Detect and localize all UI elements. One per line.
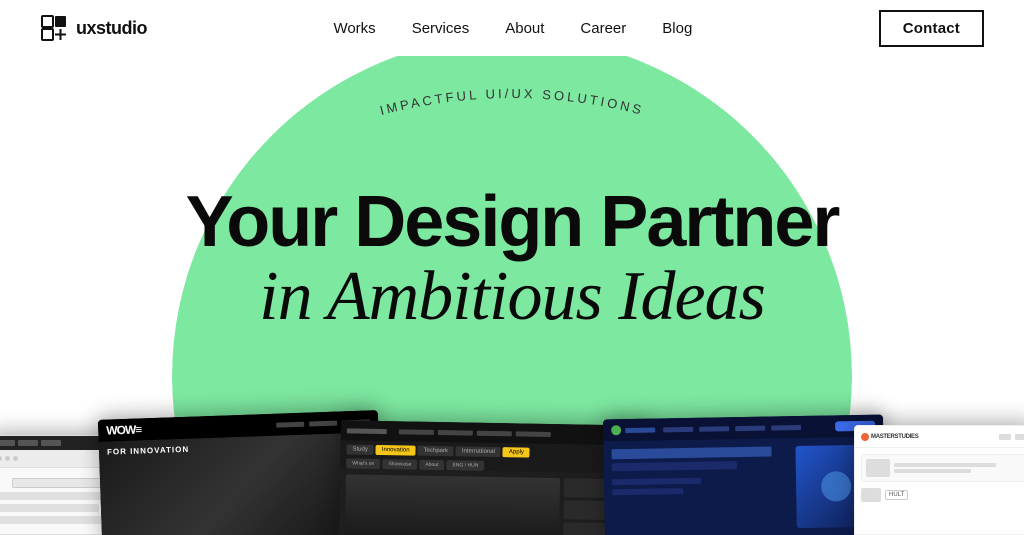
nav-blog[interactable]: Blog	[662, 20, 692, 37]
screenshot-5: MASTERSTUDIES	[854, 425, 1024, 535]
header: uxstudio Works Services About Career Blo…	[0, 0, 1024, 56]
contact-button[interactable]: Contact	[879, 10, 984, 47]
curved-text: IMPACTFUL UI/UX SOLUTIONS	[378, 86, 645, 118]
curved-text-container: IMPACTFUL UI/UX SOLUTIONS	[262, 68, 762, 148]
logo-icon	[40, 14, 68, 42]
nav-about[interactable]: About	[505, 20, 544, 37]
headline-line2: in Ambitious Ideas	[62, 258, 962, 335]
hero-section: IMPACTFUL UI/UX SOLUTIONS Your Design Pa…	[0, 56, 1024, 535]
logo[interactable]: uxstudio	[40, 14, 147, 42]
logo-text: uxstudio	[76, 18, 147, 39]
svg-text:IMPACTFUL UI/UX SOLUTIONS: IMPACTFUL UI/UX SOLUTIONS	[378, 86, 645, 118]
nav-career[interactable]: Career	[580, 20, 626, 37]
nav-services[interactable]: Services	[412, 20, 470, 37]
screenshots-row: WOW≡ FOR INNOVATION	[0, 395, 1024, 535]
headline-container: Your Design Partner in Ambitious Ideas	[62, 186, 962, 335]
main-nav: Works Services About Career Blog	[333, 20, 692, 37]
curved-text-svg: IMPACTFUL UI/UX SOLUTIONS	[272, 68, 752, 148]
nav-works[interactable]: Works	[333, 20, 375, 37]
screenshot-4	[603, 415, 885, 535]
headline-line1: Your Design Partner	[62, 186, 962, 258]
